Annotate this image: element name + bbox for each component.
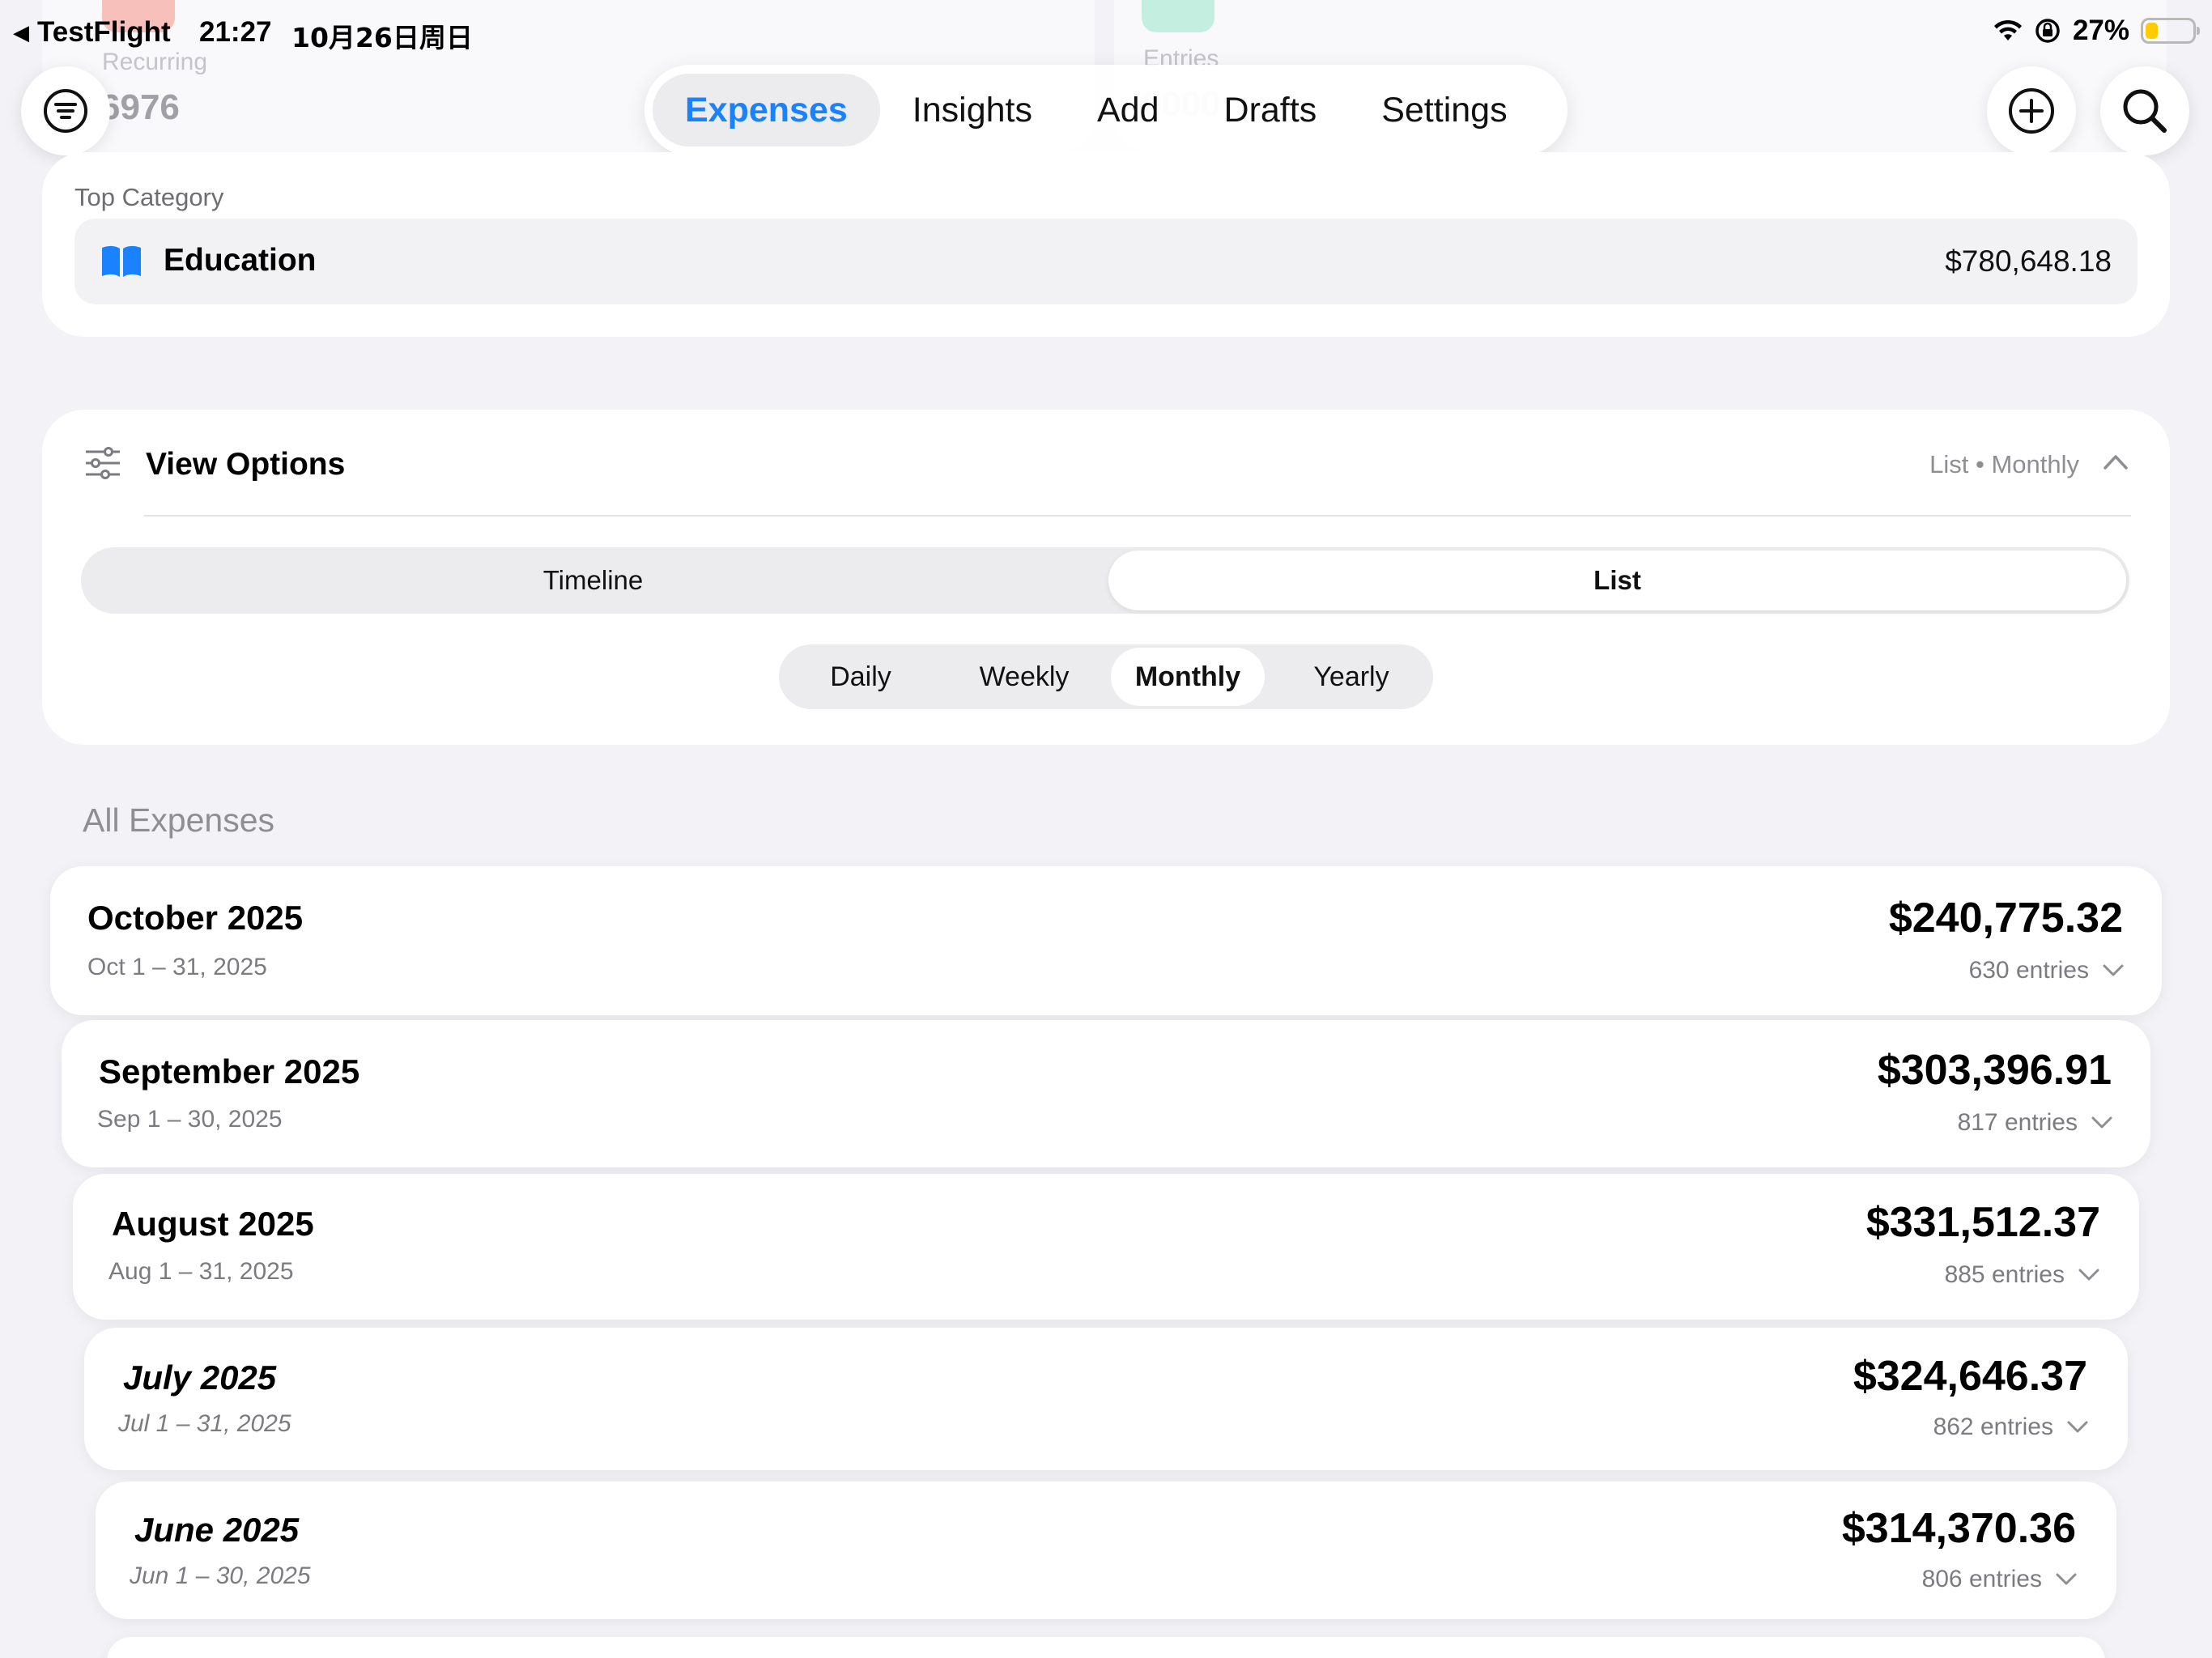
entries-count: 630 entries: [1968, 957, 2089, 984]
month-entries: 862 entries: [1933, 1414, 2089, 1441]
status-bar: ◀ TestFlight 21:27 10月26日周日 27%: [0, 0, 2212, 65]
month-range: Oct 1 – 31, 2025: [87, 954, 267, 980]
chevron-up-icon[interactable]: [2102, 452, 2129, 471]
month-title: July 2025: [123, 1358, 277, 1397]
app-screen: Recurring 6976 Entries 0000 ◀ TestFlight…: [0, 0, 2212, 1658]
month-entries: 630 entries: [1969, 957, 2125, 984]
sliders-icon: [86, 447, 120, 479]
back-to-app[interactable]: ◀ TestFlight: [13, 16, 171, 49]
top-category-label: Top Category: [74, 183, 224, 211]
battery-fill: [2146, 23, 2159, 39]
entries-count: 862 entries: [1933, 1414, 2053, 1440]
month-range: Jul 1 – 31, 2025: [118, 1410, 291, 1437]
tab-bar: Expenses Insights Add Drafts Settings: [644, 65, 1568, 155]
top-category-amount: $780,648.18: [1945, 244, 2112, 278]
month-card-july[interactable]: July 2025 Jul 1 – 31, 2025 $324,646.37 8…: [84, 1328, 2128, 1470]
chevron-down-icon[interactable]: [2102, 963, 2125, 978]
chevron-down-icon[interactable]: [2066, 1420, 2089, 1435]
tab-drafts[interactable]: Drafts: [1192, 74, 1350, 147]
month-card-next-partial[interactable]: [107, 1637, 2105, 1658]
battery-icon: [2141, 18, 2200, 44]
status-date: 10月26日周日: [291, 22, 473, 53]
top-category-name: Education: [164, 243, 317, 278]
month-entries: 885 entries: [1945, 1261, 2100, 1289]
month-title: September 2025: [99, 1052, 360, 1090]
chevron-down-icon[interactable]: [2078, 1268, 2100, 1282]
add-expense-button[interactable]: [1987, 66, 2076, 155]
filter-button[interactable]: [21, 66, 110, 155]
status-indicators: 27%: [1993, 15, 2200, 47]
tab-settings[interactable]: Settings: [1349, 74, 1539, 147]
chevron-down-icon[interactable]: [2091, 1116, 2113, 1130]
month-entries: 817 entries: [1958, 1109, 2113, 1137]
top-category-row[interactable]: Education $780,648.18: [74, 219, 2138, 304]
tab-insights[interactable]: Insights: [880, 74, 1065, 147]
entries-count: 885 entries: [1944, 1261, 2065, 1288]
view-options-title[interactable]: View Options: [146, 447, 345, 483]
month-range: Aug 1 – 31, 2025: [108, 1258, 294, 1285]
segment-monthly[interactable]: Monthly: [1111, 648, 1265, 706]
month-range: Jun 1 – 30, 2025: [130, 1562, 311, 1589]
chevron-down-icon[interactable]: [2055, 1572, 2078, 1587]
segment-list[interactable]: List: [1108, 551, 2126, 610]
month-amount: $303,396.91: [1877, 1047, 2112, 1094]
month-card-june[interactable]: June 2025 Jun 1 – 30, 2025 $314,370.36 8…: [96, 1482, 2116, 1619]
segment-weekly[interactable]: Weekly: [942, 644, 1106, 709]
book-icon: [102, 245, 141, 277]
plus-circle-icon: [2009, 88, 2054, 134]
period-segmented-control: Daily Weekly Monthly Yearly: [779, 644, 1433, 709]
month-card-september[interactable]: September 2025 Sep 1 – 30, 2025 $303,396…: [62, 1020, 2150, 1167]
back-arrow-icon: ◀: [13, 19, 29, 45]
tab-add[interactable]: Add: [1065, 74, 1192, 147]
month-amount: $324,646.37: [1853, 1353, 2087, 1400]
segment-timeline[interactable]: Timeline: [81, 547, 1105, 614]
recurring-value-ghost: 6976: [100, 87, 180, 127]
view-options-summary: List • Monthly: [1929, 450, 2079, 478]
month-amount: $331,512.37: [1865, 1199, 2100, 1246]
entries-count: 806 entries: [1921, 1566, 2042, 1592]
month-title: June 2025: [134, 1511, 300, 1549]
search-icon: [2123, 89, 2167, 133]
entries-count: 817 entries: [1957, 1109, 2078, 1136]
month-title: October 2025: [87, 899, 304, 937]
month-amount: $314,370.36: [1841, 1505, 2076, 1552]
back-app-name: TestFlight: [37, 16, 171, 48]
layout-segmented-control: Timeline List: [81, 547, 2129, 614]
view-options-divider: [144, 515, 2131, 517]
tab-expenses[interactable]: Expenses: [653, 74, 880, 147]
month-range: Sep 1 – 30, 2025: [97, 1106, 283, 1133]
month-card-august[interactable]: August 2025 Aug 1 – 31, 2025 $331,512.37…: [73, 1174, 2139, 1320]
battery-percent: 27%: [2072, 15, 2129, 46]
search-button[interactable]: [2100, 66, 2189, 155]
segment-yearly[interactable]: Yearly: [1270, 644, 1433, 709]
month-title: August 2025: [112, 1205, 314, 1243]
orientation-lock-icon: [2035, 19, 2060, 43]
filter-icon: [44, 89, 87, 133]
month-entries: 806 entries: [1922, 1566, 2078, 1593]
month-amount: $240,775.32: [1888, 895, 2123, 942]
all-expenses-heading: All Expenses: [83, 801, 275, 839]
status-time: 21:27: [199, 16, 272, 48]
month-card-october[interactable]: October 2025 Oct 1 – 31, 2025 $240,775.3…: [50, 866, 2162, 1015]
segment-daily[interactable]: Daily: [779, 644, 942, 709]
wifi-icon: [1993, 19, 2022, 40]
